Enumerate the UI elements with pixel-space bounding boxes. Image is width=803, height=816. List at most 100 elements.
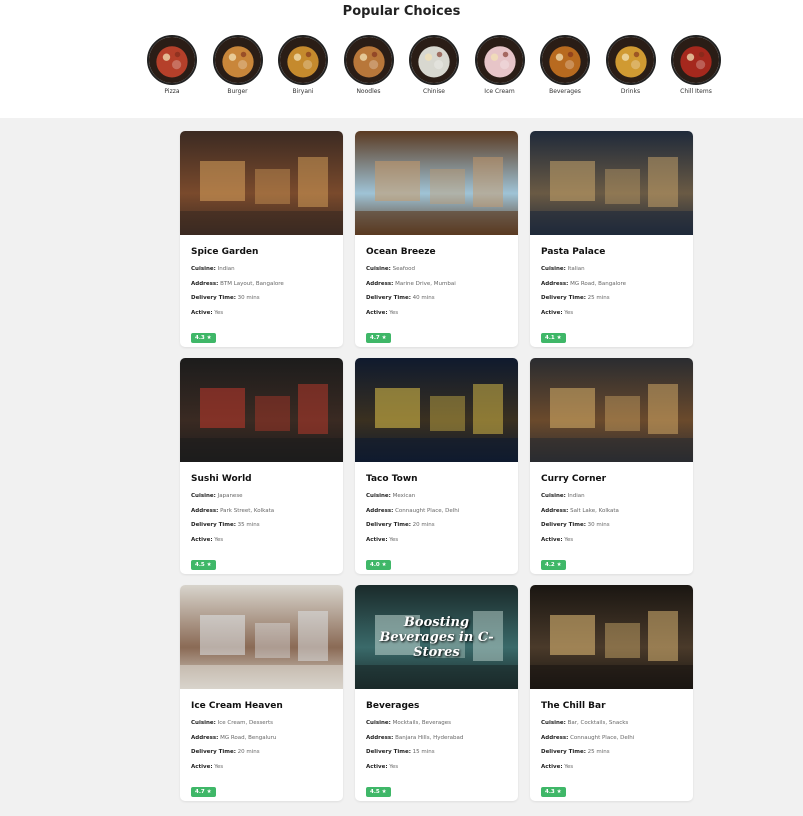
- delivery-label: Delivery Time:: [541, 749, 586, 755]
- biryani-icon: [278, 35, 328, 85]
- delivery-value: 20 mins: [237, 749, 260, 755]
- category-label: Beverages: [549, 88, 581, 95]
- restaurant-image: [355, 358, 518, 462]
- address-label: Address:: [366, 507, 394, 514]
- active-label: Active:: [541, 536, 563, 543]
- delivery-label: Delivery Time:: [191, 749, 236, 755]
- delivery-label: Delivery Time:: [366, 295, 411, 301]
- cuisine-label: Cuisine:: [366, 493, 391, 499]
- restaurant-image: [530, 131, 693, 235]
- restaurant-card[interactable]: Taco Town Cuisine: Mexican Address: Connau…: [355, 358, 518, 574]
- address-label: Address:: [191, 280, 219, 287]
- restaurant-name: Curry Corner: [541, 474, 607, 484]
- restaurant-address-row: Address: Salt Lake, Kolkata: [541, 508, 683, 523]
- rating-badge: 4.0 ★: [366, 560, 391, 570]
- restaurant-address-row: Address: MG Road, Bengaluru: [191, 735, 333, 750]
- delivery-label: Delivery Time:: [366, 522, 411, 528]
- category-label: Chinise: [423, 88, 445, 95]
- restaurant-name: Ocean Breeze: [366, 247, 436, 257]
- restaurant-active-row: Active: Yes: [541, 310, 683, 325]
- category-chinise[interactable]: Chinise: [409, 35, 459, 95]
- restaurant-card[interactable]: Ocean Breeze Cuisine: Seafood Address: Mar…: [355, 131, 518, 347]
- rating-badge: 4.7 ★: [366, 333, 391, 343]
- cuisine-value: Bar, Cocktails, Snacks: [567, 720, 629, 726]
- delivery-label: Delivery Time:: [541, 522, 586, 528]
- category-pizza[interactable]: Pizza: [147, 35, 197, 95]
- cuisine-value: Mocktails, Beverages: [392, 720, 452, 726]
- restaurant-card[interactable]: The Chill Bar Cuisine: Bar, Cocktails, Sn…: [530, 585, 693, 801]
- rating-badge: 4.5 ★: [366, 787, 391, 797]
- restaurant-active-row: Active: Yes: [366, 537, 508, 552]
- rating-badge: 4.3 ★: [191, 333, 216, 343]
- cuisine-label: Cuisine:: [191, 266, 216, 272]
- beer-icon: [605, 35, 656, 85]
- restaurant-name: The Chill Bar: [541, 701, 606, 711]
- burger-icon: [212, 35, 263, 85]
- image-caption: Boosting Beverages in C-Stores: [379, 615, 494, 660]
- category-label: Noodles: [356, 88, 381, 95]
- active-label: Active:: [366, 536, 388, 543]
- delivery-value: 25 mins: [587, 295, 610, 301]
- active-value: Yes: [389, 309, 399, 316]
- restaurant-image: [180, 358, 343, 462]
- restaurant-cuisine-row: Cuisine: Mexican: [366, 493, 508, 508]
- restaurant-name: Ice Cream Heaven: [191, 701, 283, 711]
- category-beverages[interactable]: Beverages: [540, 35, 590, 95]
- restaurant-active-row: Active: Yes: [541, 764, 683, 779]
- category-noodles[interactable]: Noodles: [343, 35, 394, 95]
- address-value: Park Street, Kolkata: [220, 507, 275, 514]
- delivery-value: 40 mins: [412, 295, 435, 301]
- category-biryani[interactable]: Biryani: [278, 35, 328, 95]
- category-drinks[interactable]: Drinks: [605, 35, 656, 95]
- restaurant-image: [180, 131, 343, 235]
- section-title: Popular Choices: [342, 4, 461, 19]
- beverage-icon: [540, 35, 590, 85]
- cuisine-label: Cuisine:: [541, 493, 566, 499]
- category-chill-items[interactable]: Chill Items: [671, 35, 721, 95]
- active-label: Active:: [541, 763, 563, 770]
- restaurant-delivery-row: Delivery Time: 25 mins: [541, 295, 683, 310]
- popular-choices-section: Popular Choices Pizza Burger Biryani Noodle…: [0, 0, 803, 118]
- restaurant-cuisine-row: Cuisine: Indian: [541, 493, 683, 508]
- restaurant-card[interactable]: Spice Garden Cuisine: Indian Address: BTM …: [180, 131, 343, 347]
- restaurant-cuisine-row: Cuisine: Italian: [541, 266, 683, 281]
- address-value: Salt Lake, Kolkata: [570, 507, 619, 514]
- restaurant-cuisine-row: Cuisine: Japanese: [191, 493, 333, 508]
- restaurant-image: Boosting Beverages in C-Stores: [355, 585, 518, 689]
- category-burger[interactable]: Burger: [212, 35, 263, 95]
- active-value: Yes: [564, 763, 574, 770]
- card-body: Sushi World Cuisine: Japanese Address: Par…: [180, 462, 343, 570]
- restaurant-delivery-row: Delivery Time: 25 mins: [541, 749, 683, 764]
- delivery-label: Delivery Time:: [541, 295, 586, 301]
- restaurant-cuisine-row: Cuisine: Ice Cream, Desserts: [191, 720, 333, 735]
- restaurant-card[interactable]: Curry Corner Cuisine: Indian Address: Salt…: [530, 358, 693, 574]
- delivery-label: Delivery Time:: [191, 522, 236, 528]
- category-ice-cream[interactable]: Ice Cream: [474, 35, 525, 95]
- cuisine-label: Cuisine:: [366, 266, 391, 272]
- active-value: Yes: [214, 763, 224, 770]
- ice-cream-icon: [474, 35, 525, 85]
- cuisine-value: Ice Cream, Desserts: [217, 720, 273, 726]
- card-body: Spice Garden Cuisine: Indian Address: BTM …: [180, 235, 343, 343]
- restaurant-card[interactable]: Ice Cream Heaven Cuisine: Ice Cream, Dess…: [180, 585, 343, 801]
- active-value: Yes: [214, 309, 224, 316]
- cuisine-value: Italian: [567, 266, 585, 272]
- restaurant-card[interactable]: Sushi World Cuisine: Japanese Address: Par…: [180, 358, 343, 574]
- delivery-value: 30 mins: [237, 295, 260, 301]
- active-value: Yes: [564, 309, 574, 316]
- restaurant-card[interactable]: Pasta Palace Cuisine: Italian Address: MG …: [530, 131, 693, 347]
- address-value: Marine Drive, Mumbai: [395, 280, 456, 287]
- active-label: Active:: [191, 536, 213, 543]
- cuisine-label: Cuisine:: [191, 493, 216, 499]
- restaurant-card[interactable]: Boosting Beverages in C-Stores Beverages C…: [355, 585, 518, 801]
- address-label: Address:: [366, 734, 394, 741]
- active-label: Active:: [366, 309, 388, 316]
- active-label: Active:: [191, 309, 213, 316]
- cuisine-value: Indian: [567, 493, 585, 499]
- pizza-icon: [147, 35, 197, 85]
- restaurant-active-row: Active: Yes: [191, 537, 333, 552]
- active-label: Active:: [366, 763, 388, 770]
- cuisine-value: Indian: [217, 266, 235, 272]
- restaurant-delivery-row: Delivery Time: 30 mins: [541, 522, 683, 537]
- restaurant-image: [180, 585, 343, 689]
